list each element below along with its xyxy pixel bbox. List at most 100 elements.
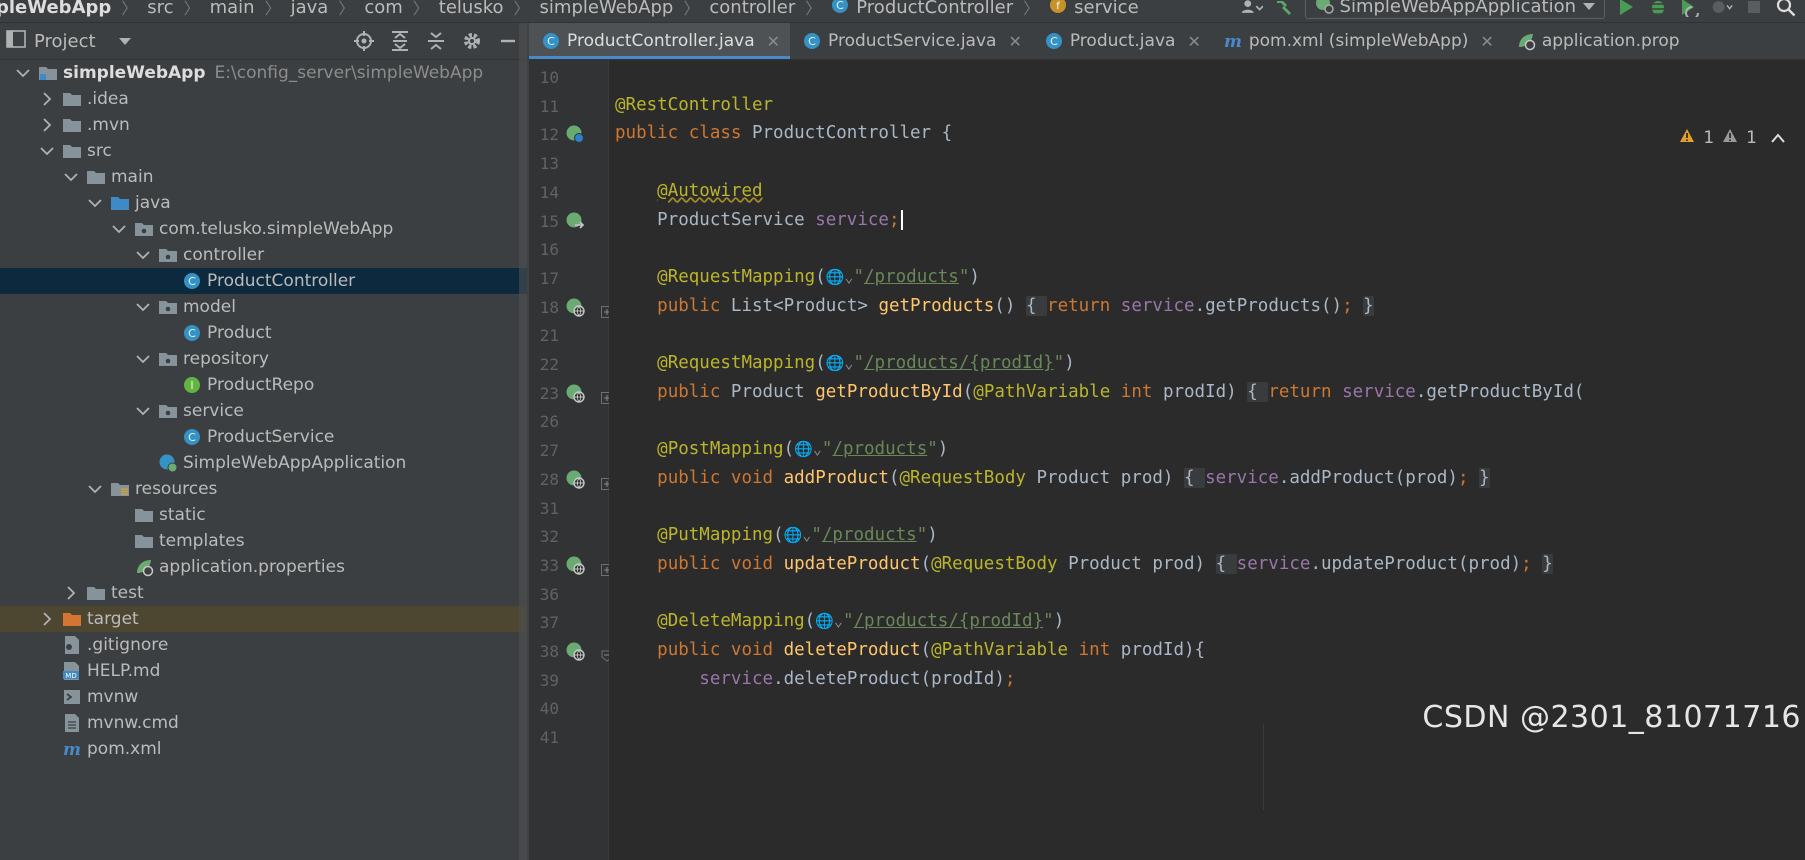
chevron-up-icon[interactable] — [1771, 128, 1785, 148]
gear-icon[interactable] — [461, 30, 483, 52]
editor-tab[interactable]: m pom.xml (simpleWebApp) ✕ — [1211, 23, 1504, 59]
editor-tab[interactable]: application.prop — [1504, 23, 1690, 59]
code-editor[interactable]: 1 1 @RestController public class ProductC… — [609, 60, 1805, 860]
tree-item-com-telusko-simplewebapp[interactable]: com.telusko.simpleWebApp — [0, 216, 527, 242]
panel-splitter[interactable] — [519, 23, 529, 860]
user-icon[interactable] — [1241, 0, 1263, 18]
tree-item-main[interactable]: main — [0, 164, 527, 190]
tree-item-templates[interactable]: templates — [0, 528, 527, 554]
globe-icon[interactable]: 🌐⌄ — [794, 440, 822, 458]
chevron-right-icon[interactable] — [64, 586, 78, 600]
markdown-icon: MD — [62, 662, 82, 680]
build-hammer-icon[interactable] — [1273, 0, 1295, 18]
close-icon[interactable]: ✕ — [1008, 32, 1021, 51]
chevron-down-icon[interactable] — [88, 482, 102, 496]
tree-item-mvnw[interactable]: mvnw — [0, 684, 527, 710]
tree-item-gitignore[interactable]: .gitignore — [0, 632, 527, 658]
autowired-navigate-icon[interactable] — [564, 210, 586, 232]
close-icon[interactable]: ✕ — [1480, 32, 1493, 51]
close-icon[interactable]: ✕ — [767, 32, 780, 51]
chevron-down-icon[interactable] — [40, 144, 54, 158]
close-icon[interactable]: ✕ — [1187, 32, 1200, 51]
tree-item-productcontroller[interactable]: C ProductController — [0, 268, 527, 294]
tree-item-service[interactable]: service — [0, 398, 527, 424]
tree-item-idea[interactable]: .idea — [0, 86, 527, 112]
tree-item-target[interactable]: target — [0, 606, 527, 632]
tree-item-static[interactable]: static — [0, 502, 527, 528]
chevron-down-icon[interactable] — [64, 170, 78, 184]
breadcrumb-item[interactable]: simpleWebApp — [540, 0, 674, 18]
editor-tab[interactable]: C ProductController.java ✕ — [529, 23, 791, 59]
search-icon[interactable] — [1775, 0, 1797, 18]
code-token: } — [1542, 553, 1553, 574]
breadcrumb-item[interactable]: src — [147, 0, 173, 18]
collapse-all-icon[interactable] — [425, 30, 447, 52]
tree-item-repository[interactable]: repository — [0, 346, 527, 372]
tree-item-src[interactable]: src — [0, 138, 527, 164]
tree-item-simplewebapp[interactable]: simpleWebApp E:\config_server\simpleWebAp… — [0, 60, 527, 86]
profiler-icon[interactable] — [1711, 0, 1733, 18]
web-endpoint-icon[interactable] — [564, 296, 586, 318]
project-view-selector[interactable]: Project — [6, 29, 132, 53]
web-endpoint-icon[interactable] — [564, 554, 586, 576]
stop-icon[interactable] — [1743, 0, 1765, 18]
web-endpoint-icon[interactable] — [564, 468, 586, 490]
editor-tab[interactable]: C ProductService.java ✕ — [790, 23, 1032, 59]
globe-icon[interactable]: 🌐⌄ — [826, 268, 854, 286]
globe-icon[interactable]: 🌐⌄ — [826, 354, 854, 372]
code-token: prodId) — [1162, 381, 1248, 402]
chevron-down-icon[interactable] — [136, 352, 150, 366]
code-token: ( — [815, 353, 826, 373]
globe-icon[interactable]: 🌐⌄ — [784, 526, 812, 544]
chevron-down-icon[interactable] — [112, 222, 126, 236]
hide-panel-icon[interactable] — [497, 30, 519, 52]
locate-file-icon[interactable] — [353, 30, 375, 52]
code-token: " — [821, 439, 833, 460]
inspection-widget[interactable]: 1 1 — [1679, 128, 1785, 148]
expand-all-icon[interactable] — [389, 30, 411, 52]
tree-item-java[interactable]: java — [0, 190, 527, 216]
tree-item-product[interactable]: C Product — [0, 320, 527, 346]
spring-bean-icon[interactable] — [564, 123, 586, 145]
chevron-down-icon[interactable] — [88, 196, 102, 210]
tree-item-mvn[interactable]: .mvn — [0, 112, 527, 138]
breadcrumb-item[interactable]: main — [210, 0, 255, 18]
tree-item-resources[interactable]: resources — [0, 476, 527, 502]
debug-icon[interactable] — [1647, 0, 1669, 18]
breadcrumb-item[interactable]: f service — [1049, 0, 1139, 19]
breadcrumb-item[interactable]: telusko — [439, 0, 504, 18]
tree-item-test[interactable]: test — [0, 580, 527, 606]
chevron-right-icon[interactable] — [40, 612, 54, 626]
editor-tab[interactable]: C Product.java ✕ — [1032, 23, 1211, 59]
code-token: deleteProduct — [783, 640, 921, 660]
tree-item-mvnw-cmd[interactable]: mvnw.cmd — [0, 710, 527, 736]
tree-item-controller[interactable]: controller — [0, 242, 527, 268]
tree-item-pom-xml[interactable]: m pom.xml — [0, 736, 527, 762]
chevron-down-icon[interactable] — [16, 66, 30, 80]
breadcrumb-item[interactable]: controller — [709, 0, 795, 18]
breadcrumb-item[interactable]: C ProductController — [831, 0, 1013, 19]
chevron-down-icon[interactable] — [136, 300, 150, 314]
web-endpoint-icon[interactable] — [564, 640, 586, 662]
tree-item-productrepo[interactable]: I ProductRepo — [0, 372, 527, 398]
chevron-right-icon[interactable] — [40, 92, 54, 106]
breadcrumb-item[interactable]: com — [364, 0, 402, 18]
tree-item-simplewebappapplication[interactable]: SimpleWebAppApplication — [0, 450, 527, 476]
tree-item-application-properties[interactable]: application.properties — [0, 554, 527, 580]
chevron-down-icon[interactable] — [136, 404, 150, 418]
tree-item-productservice[interactable]: C ProductService — [0, 424, 527, 450]
text-caret — [900, 209, 903, 230]
chevron-right-icon[interactable] — [40, 118, 54, 132]
code-token: @RequestMapping — [657, 353, 816, 373]
spring-app-icon — [1314, 0, 1334, 19]
tree-item-model[interactable]: model — [0, 294, 527, 320]
run-configuration-select[interactable]: SimpleWebAppApplication — [1304, 0, 1605, 19]
breadcrumb-item[interactable]: pleWebApp — [0, 0, 111, 18]
run-with-coverage-icon[interactable] — [1679, 0, 1701, 18]
run-icon[interactable] — [1615, 0, 1637, 18]
chevron-down-icon[interactable] — [136, 248, 150, 262]
tree-item-help-md[interactable]: MD HELP.md — [0, 658, 527, 684]
breadcrumb-item[interactable]: java — [291, 0, 329, 18]
globe-icon[interactable]: 🌐⌄ — [815, 612, 843, 630]
web-endpoint-icon[interactable] — [564, 382, 586, 404]
